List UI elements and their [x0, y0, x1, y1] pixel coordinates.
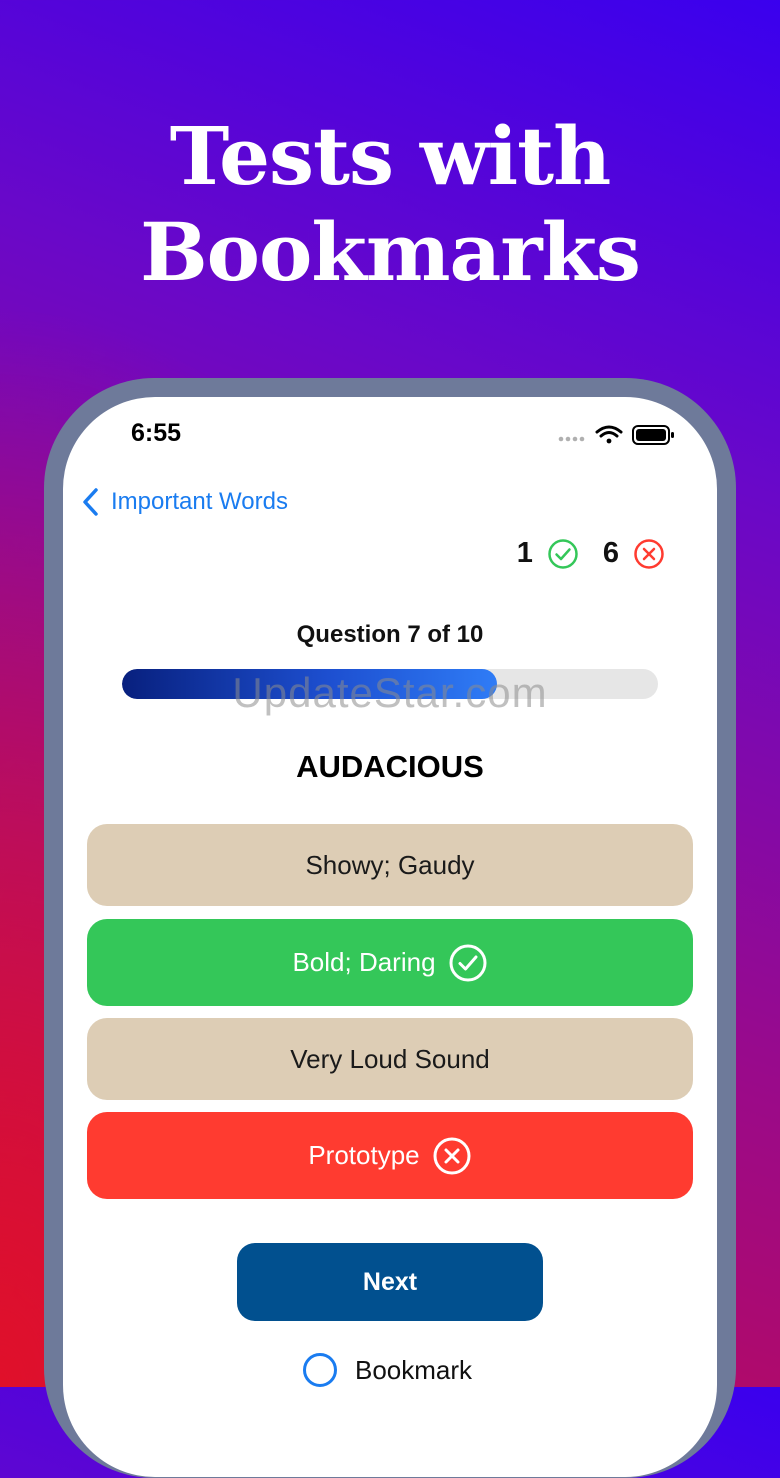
status-time: 6:55: [131, 419, 182, 447]
answer-option-label: Prototype: [308, 1140, 420, 1170]
x-circle-icon: [433, 1137, 471, 1174]
chevron-left-icon: [83, 488, 98, 516]
x-circle-icon: [634, 538, 664, 569]
promo-headline-line2: Bookmarks: [140, 205, 641, 299]
cellular-signal-icon: [558, 436, 585, 442]
bookmark-toggle[interactable]: Bookmark: [303, 1353, 472, 1387]
check-circle-icon: [449, 944, 487, 981]
correct-count: 1: [516, 537, 533, 569]
bookmark-label: Bookmark: [355, 1354, 473, 1385]
score-summary: 1 6: [517, 537, 665, 570]
answer-option-label: Very Loud Sound: [290, 1043, 490, 1074]
check-circle-icon: [548, 538, 578, 569]
quiz-word: AUDACIOUS: [296, 749, 484, 784]
answer-option-label: Showy; Gaudy: [305, 849, 475, 880]
bookmark-radio-icon[interactable]: [303, 1353, 337, 1387]
answer-option-2[interactable]: Bold; Daring: [87, 919, 693, 1006]
wrong-count: 6: [602, 537, 619, 569]
phone-screen: 6:55 Important Words 1 6 Question 7 of 1…: [63, 397, 717, 1477]
battery-icon: [632, 425, 674, 445]
back-button[interactable]: Important Words: [81, 487, 288, 517]
answer-option-label: Bold; Daring: [292, 947, 436, 977]
status-icons: [558, 425, 674, 445]
promo-headline: Tests with Bookmarks: [0, 108, 780, 300]
next-button[interactable]: Next: [237, 1243, 543, 1321]
quiz-progress-bar: [122, 669, 658, 699]
answer-option-1[interactable]: Showy; Gaudy: [87, 824, 693, 906]
promo-headline-line1: Tests with: [169, 109, 612, 203]
wifi-icon: [595, 425, 623, 444]
quiz-progress-fill: [122, 669, 498, 699]
answer-option-3[interactable]: Very Loud Sound: [87, 1018, 693, 1100]
answer-option-4[interactable]: Prototype: [87, 1112, 693, 1199]
question-counter: Question 7 of 10: [296, 621, 484, 648]
back-button-label: Important Words: [111, 488, 288, 515]
